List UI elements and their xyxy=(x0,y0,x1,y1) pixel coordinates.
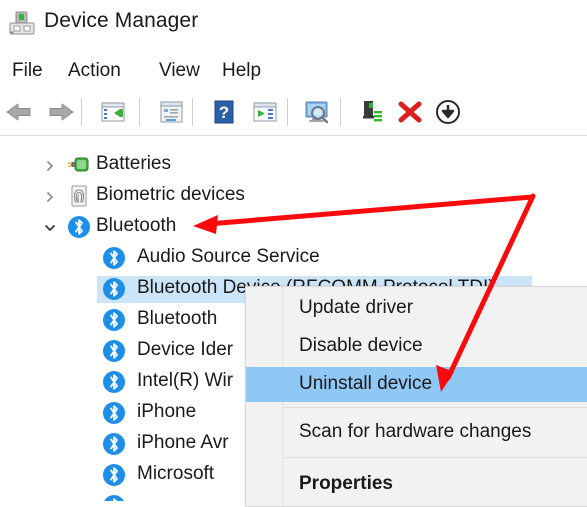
chevron-right-icon[interactable] xyxy=(43,181,57,212)
tree-row[interactable]: Audio Source Service xyxy=(0,243,587,274)
context-menu-separator xyxy=(283,407,587,408)
context-menu-item-scan-for-hardware-changes[interactable]: Scan for hardware changes xyxy=(246,415,587,450)
menu-view[interactable]: View xyxy=(159,60,200,82)
toolbar-separator xyxy=(192,98,193,126)
tree-row[interactable]: Batteries xyxy=(0,150,587,181)
back-arrow-icon[interactable] xyxy=(4,97,36,127)
context-menu-item-uninstall-device[interactable]: Uninstall device xyxy=(246,367,587,402)
tree-row[interactable]: Bluetooth xyxy=(0,212,587,243)
context-menu-item-label: Properties xyxy=(299,473,393,494)
page-title: Device Manager xyxy=(44,9,199,32)
context-menu-item-label: Disable device xyxy=(299,335,423,356)
tree-item-label: Biometric devices xyxy=(96,184,245,205)
tree-item-label: Audio Source Service xyxy=(137,246,320,267)
chevron-right-icon[interactable] xyxy=(43,150,57,181)
bluetooth-icon xyxy=(103,402,125,424)
fingerprint-icon xyxy=(68,185,90,207)
bluetooth-icon xyxy=(103,495,125,501)
svg-text:?: ? xyxy=(219,103,229,122)
device-manager-icon xyxy=(8,11,36,37)
context-menu-item-label: Uninstall device xyxy=(299,373,433,394)
menu-action[interactable]: Action xyxy=(68,60,121,82)
bluetooth-icon xyxy=(103,464,125,486)
enable-device-icon[interactable] xyxy=(356,97,388,127)
title-bar: Device Manager xyxy=(0,0,587,52)
bluetooth-icon xyxy=(103,309,125,331)
tree-row[interactable]: Biometric devices xyxy=(0,181,587,212)
bluetooth-icon xyxy=(103,433,125,455)
bluetooth-icon xyxy=(103,247,125,269)
download-circle-icon[interactable] xyxy=(432,97,464,127)
context-menu[interactable]: Update driver Disable device Uninstall d… xyxy=(245,286,587,507)
red-x-icon[interactable] xyxy=(394,97,426,127)
play-window-icon[interactable] xyxy=(249,97,281,127)
forward-arrow-icon[interactable] xyxy=(44,97,76,127)
scan-monitor-icon[interactable] xyxy=(301,97,333,127)
menu-help[interactable]: Help xyxy=(222,60,261,82)
context-menu-separator xyxy=(283,457,587,458)
tree-item-label: iPhone Avr xyxy=(137,432,229,453)
tree-item-label: Device Ider xyxy=(137,339,234,360)
bluetooth-icon xyxy=(68,216,90,238)
bluetooth-icon xyxy=(103,278,125,300)
context-menu-item-label: Update driver xyxy=(299,297,414,318)
toolbar-separator xyxy=(139,98,140,126)
tree-item-label: Intel(R) Wir xyxy=(137,370,234,391)
tree-item-label: Microsoft xyxy=(137,463,215,484)
tree-item-label: Bluetooth xyxy=(137,308,218,329)
help-question-icon[interactable]: ? xyxy=(208,97,240,127)
bluetooth-icon xyxy=(103,340,125,362)
context-menu-item-disable-device[interactable]: Disable device xyxy=(246,329,587,364)
tree-item-label: iPhone xyxy=(137,401,197,422)
toolbar-separator xyxy=(287,98,288,126)
context-menu-item-properties[interactable]: Properties xyxy=(246,467,587,502)
properties-window-icon[interactable] xyxy=(155,97,187,127)
console-tree-icon[interactable] xyxy=(97,97,129,127)
menu-file[interactable]: File xyxy=(12,60,43,82)
battery-icon xyxy=(68,154,90,176)
bluetooth-icon xyxy=(103,371,125,393)
tree-item-label: Batteries xyxy=(96,153,171,174)
menu-bar: File Action View Help xyxy=(0,52,587,90)
toolbar-separator xyxy=(340,98,341,126)
context-menu-item-update-driver[interactable]: Update driver xyxy=(246,291,587,326)
toolbar-separator xyxy=(81,98,82,126)
chevron-down-icon[interactable] xyxy=(43,212,57,243)
context-menu-item-label: Scan for hardware changes xyxy=(299,421,532,442)
toolbar: ? xyxy=(0,90,587,136)
tree-item-label: Bluetooth xyxy=(96,215,177,236)
